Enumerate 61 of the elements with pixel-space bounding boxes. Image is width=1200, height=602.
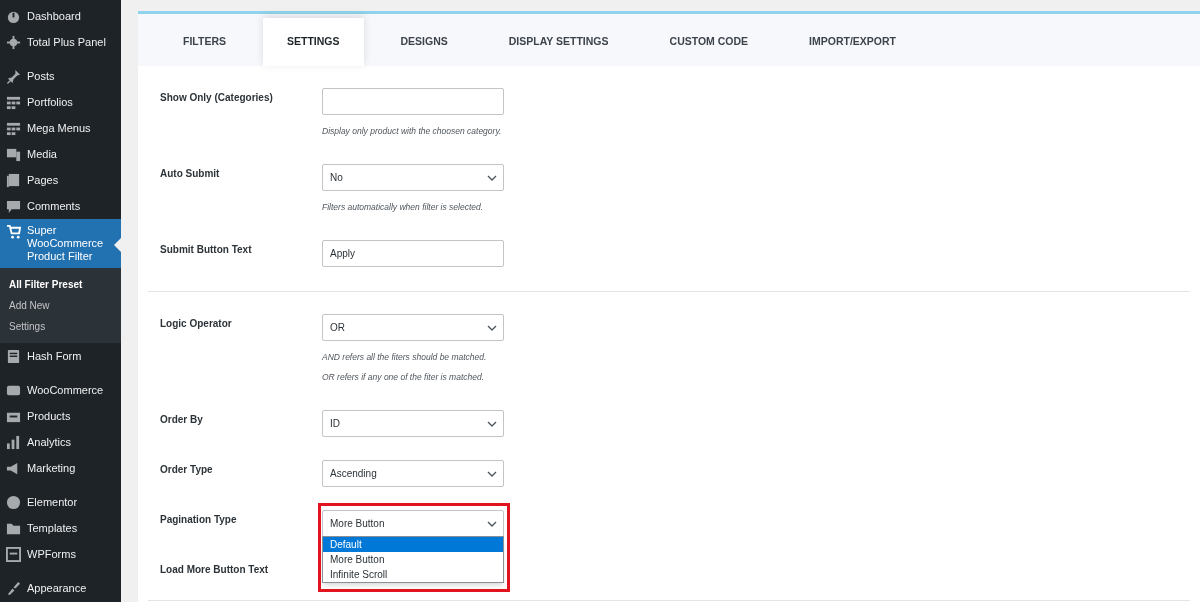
help-text: OR refers if any one of the fiter is matched.	[322, 371, 486, 384]
select-field[interactable]: Ascending	[322, 460, 504, 487]
pages-icon	[6, 173, 21, 188]
brush-icon	[6, 581, 21, 596]
field-label: Order Type	[160, 463, 214, 477]
folder-icon	[6, 521, 21, 536]
menu-item[interactable]: Products	[0, 403, 121, 429]
menu-item[interactable]: Templates	[0, 515, 121, 541]
select-field[interactable]: OR	[322, 314, 504, 341]
current-arrow-icon	[114, 238, 121, 252]
grid-icon	[6, 121, 21, 136]
menu-item[interactable]: Comments	[0, 193, 121, 219]
field-label: Auto Submit	[160, 167, 221, 181]
submenu-item[interactable]: Settings	[0, 316, 121, 337]
form-icon	[6, 349, 21, 364]
help-text: Display only product with the choosen category.	[322, 125, 503, 138]
menu-item[interactable]: Mega Menus	[0, 115, 121, 141]
menu-item[interactable]: Hash Form	[0, 343, 121, 369]
pin-icon	[6, 69, 21, 84]
menu-item[interactable]: Pages	[0, 167, 121, 193]
field-label: Show Only (Categories)	[160, 91, 274, 105]
field-label: Pagination Type	[160, 513, 238, 527]
gear-icon	[6, 35, 21, 50]
submenu-item[interactable]: All Filter Preset	[0, 274, 121, 295]
menu-item[interactable]: Appearance	[0, 575, 121, 601]
menu-item[interactable]: Dashboard	[0, 3, 121, 29]
form-icon	[6, 547, 21, 562]
box-icon	[6, 383, 21, 398]
speech-bubble-icon	[6, 199, 21, 214]
menu-item[interactable]: Analytics	[0, 429, 121, 455]
menu-item[interactable]: Posts	[0, 63, 121, 89]
menu-item[interactable]: Elementor	[0, 489, 121, 515]
bar-chart-icon	[6, 435, 21, 450]
circle-icon	[6, 495, 21, 510]
select-field[interactable]: No	[322, 164, 504, 191]
grid-icon	[6, 95, 21, 110]
gauge-icon	[6, 9, 21, 24]
menu-item[interactable]: Media	[0, 141, 121, 167]
cart-icon	[6, 224, 21, 239]
tab[interactable]: SETTINGS	[263, 18, 364, 66]
menu-item[interactable]: WPForms	[0, 541, 121, 567]
menu-item[interactable]: Super WooCommerce Product Filter	[0, 219, 121, 268]
help-text: Filters automatically when filter is selected.	[322, 201, 485, 214]
field-label: Order By	[160, 413, 204, 427]
select-field[interactable]: More Button	[322, 510, 504, 537]
input-field[interactable]: Apply	[322, 240, 504, 267]
input-field[interactable]	[322, 88, 504, 115]
submenu-item[interactable]: Add New	[0, 295, 121, 316]
select-field[interactable]: ID	[322, 410, 504, 437]
dropdown-option[interactable]: Default	[323, 537, 503, 552]
menu-item[interactable]: Marketing	[0, 455, 121, 481]
menu-item[interactable]: Portfolios	[0, 89, 121, 115]
field-label: Load More Button Text	[160, 563, 270, 577]
menu-item[interactable]: Total Plus Panel	[0, 29, 121, 55]
help-text: AND refers all the fiters should be matched.	[322, 351, 488, 364]
dropdown-option[interactable]: More Button	[323, 552, 503, 567]
dropdown-option[interactable]: Infinite Scroll	[323, 567, 503, 582]
field-label: Submit Button Text	[160, 243, 253, 257]
media-icon	[6, 147, 21, 162]
field-label: Logic Operator	[160, 317, 233, 331]
menu-item[interactable]: WooCommerce	[0, 377, 121, 403]
